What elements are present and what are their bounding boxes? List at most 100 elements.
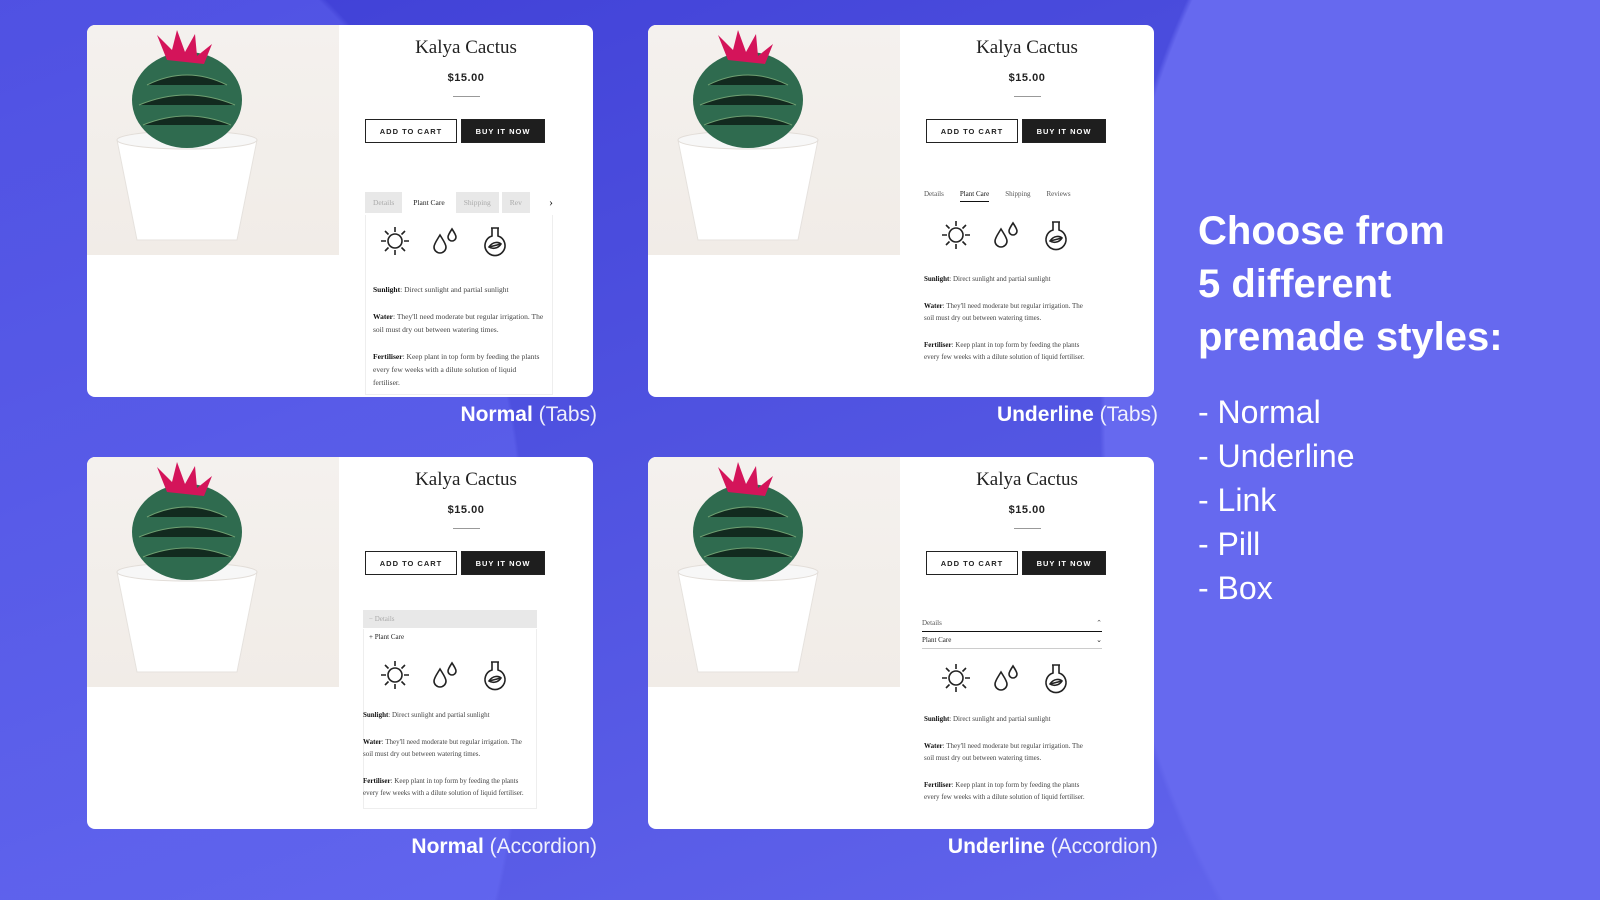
accordion: Details ⌃ Plant Care ⌄ [922,615,1102,649]
divider [1014,96,1041,97]
care-text-body: : Direct sunlight and partial sunlight [400,285,509,294]
styles-list: - Normal - Underline - Link - Pill - Box [1198,390,1588,610]
product-price: $15.00 [1008,72,1046,84]
accordion-label: Details [374,615,395,623]
product-card-preview: Kalya Cactus $15.00 ADD TO CART BUY IT NOW D… [648,25,1154,397]
caption-style: Underline [947,835,1045,858]
add-to-cart-button[interactable]: ADD TO CART [926,551,1018,575]
caption: Normal (Tabs) [91,403,597,427]
chevron-down-icon: ⌄ [1096,636,1102,644]
style-item: - Normal [1198,394,1321,430]
chevron-right-icon[interactable]: › [549,192,553,213]
tab-reviews[interactable]: Reviews [1046,190,1070,202]
caption-style: Normal [411,835,484,858]
care-icons [940,662,1072,699]
caption-kind: (Tabs) [538,403,597,426]
buy-it-now-button[interactable]: BUY IT NOW [461,551,545,575]
style-item: - Box [1198,570,1273,606]
care-paragraph: Fertiliser: Keep plant in top form by fe… [924,339,1094,364]
divider [453,528,480,529]
water-drops-icon [990,662,1022,699]
care-paragraph: Sunlight: Direct sunlight and partial su… [363,709,533,722]
tab-details[interactable]: Details [924,190,944,202]
accordion-item-details[interactable]: Details ⌃ [922,615,1102,632]
add-to-cart-button[interactable]: ADD TO CART [365,551,457,575]
caption-style: Underline [996,403,1094,426]
care-paragraph: Fertiliser: Keep plant in top form by fe… [363,775,533,800]
headline-line: premade styles: [1198,315,1503,359]
divider [453,96,480,97]
care-text-body: : They'll need moderate but regular irri… [373,312,544,334]
tab-rev[interactable]: Rev [501,192,530,213]
button-group: ADD TO CART BUY IT NOW [926,119,1106,143]
care-text-body: : They'll need moderate but regular irri… [924,741,1083,763]
caption-kind: (Accordion) [489,835,597,858]
accordion-item-plant-care[interactable]: Plant Care ⌄ [922,632,1102,649]
product-card-preview: Kalya Cactus $15.00 ADD TO CART BUY IT NOW D… [648,457,1154,829]
care-paragraph: Sunlight: Direct sunlight and partial su… [924,713,1094,726]
care-label: Sunlight [924,275,950,283]
care-paragraph: Fertiliser: Keep plant in top form by fe… [924,779,1094,804]
add-to-cart-button[interactable]: ADD TO CART [365,119,457,143]
product-panel: Kalya Cactus $15.00 ADD TO CART BUY IT NOW D… [900,25,1154,397]
caption: Underline (Tabs) [652,403,1158,427]
care-text-body: : They'll need moderate but regular irri… [924,301,1083,323]
care-paragraph: Sunlight: Direct sunlight and partial su… [924,273,1094,286]
headline: Choose from 5 different premade styles: [1198,205,1588,364]
caption: Normal (Accordion) [91,835,597,859]
care-text: Sunlight: Direct sunlight and partial su… [373,283,545,397]
headline-line: 5 different [1198,262,1392,306]
cactus-image [116,30,258,241]
care-label: Water [363,737,382,746]
care-text: Sunlight: Direct sunlight and partial su… [924,713,1094,818]
product-title: Kalya Cactus [976,469,1078,490]
care-icons [379,225,511,262]
product-title: Kalya Cactus [976,37,1078,58]
product-card-preview: Kalya Cactus $15.00 ADD TO CART BUY IT NOW D… [87,25,593,397]
product-panel: Kalya Cactus $15.00 ADD TO CART BUY IT NOW −… [339,457,593,829]
accordion-item-details[interactable]: − Details [363,610,537,628]
tab-shipping[interactable]: Shipping [455,192,499,213]
care-paragraph: Water: They'll need moderate but regular… [924,300,1094,325]
care-icons [940,219,1072,256]
care-text: Sunlight: Direct sunlight and partial su… [363,709,533,814]
tab-shipping[interactable]: Shipping [1005,190,1030,202]
flask-leaf-icon [1040,219,1072,256]
care-paragraph: Water: They'll need moderate but regular… [924,740,1094,765]
buy-it-now-button[interactable]: BUY IT NOW [1022,551,1106,575]
divider [1014,528,1041,529]
care-label: Water [924,301,943,310]
button-group: ADD TO CART BUY IT NOW [926,551,1106,575]
add-to-cart-button[interactable]: ADD TO CART [926,119,1018,143]
buy-it-now-button[interactable]: BUY IT NOW [1022,119,1106,143]
product-price: $15.00 [447,72,485,84]
sun-icon [379,659,411,696]
tab-plant-care[interactable]: Plant Care [959,190,990,202]
sun-icon [940,219,972,256]
sun-icon [940,662,972,699]
care-label: Fertiliser [373,352,403,361]
product-photo [648,25,900,255]
cactus-image [677,462,819,673]
product-panel: Kalya Cactus $15.00 ADD TO CART BUY IT NOW D… [900,457,1154,829]
care-label: Fertiliser [363,776,391,785]
caption-kind: (Accordion) [1050,835,1158,858]
water-drops-icon [429,659,461,696]
style-item: - Link [1198,482,1277,518]
product-photo [87,457,339,687]
style-item: - Pill [1198,526,1261,562]
chevron-up-icon: ⌃ [1096,619,1102,627]
care-label: Sunlight [363,711,389,719]
cactus-image [677,30,819,241]
care-paragraph: Sunlight: Direct sunlight and partial su… [373,283,545,296]
care-icons [379,659,511,696]
caption-style: Normal [460,403,533,426]
buy-it-now-button[interactable]: BUY IT NOW [461,119,545,143]
button-group: ADD TO CART BUY IT NOW [365,119,545,143]
flask-leaf-icon [479,659,511,696]
tab-plant-care[interactable]: Plant Care [405,192,453,213]
tab-details[interactable]: Details [365,192,403,213]
product-photo [87,25,339,255]
flask-leaf-icon [479,225,511,262]
care-label: Sunlight [924,715,950,723]
